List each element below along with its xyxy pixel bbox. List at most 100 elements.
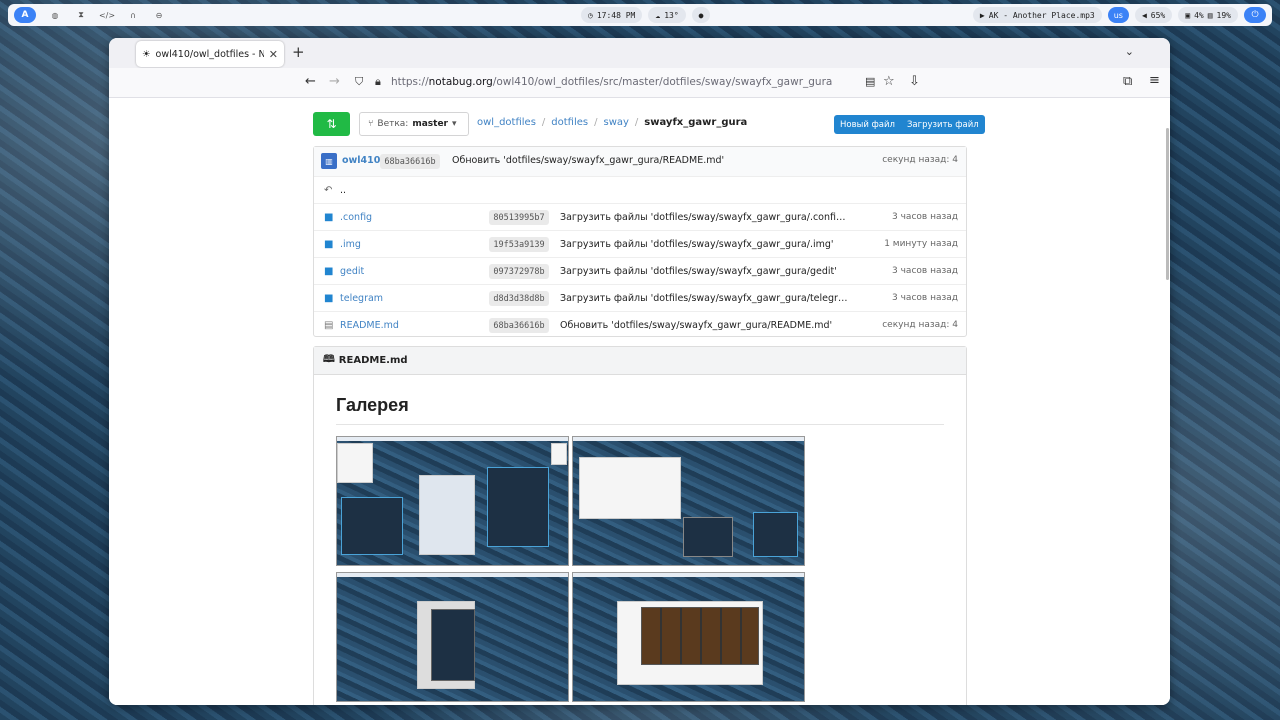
back-arrow-icon[interactable]: ←: [305, 74, 316, 89]
latest-commit-row: ▥ owl410 68ba36616b Обновить 'dotfiles/s…: [314, 147, 966, 176]
table-row: ■ telegram d8d3d38d8b Загрузить файлы 'd…: [314, 284, 966, 311]
file-name-link[interactable]: telegram: [340, 293, 383, 304]
breadcrumb-current: swayfx_gawr_gura: [644, 117, 748, 128]
caret-down-icon: ▾: [452, 119, 457, 129]
file-name-link[interactable]: .img: [340, 239, 361, 250]
readme-title: README.md: [338, 355, 408, 366]
close-icon[interactable]: ✕: [269, 48, 278, 61]
breadcrumb-link[interactable]: dotfiles: [551, 117, 588, 128]
gamepad-icon[interactable]: ⊖: [152, 8, 166, 22]
memory-text: 19%: [1216, 10, 1231, 20]
file-commit-message[interactable]: Обновить 'dotfiles/sway/swayfx_gawr_gura…: [560, 320, 850, 331]
file-sha[interactable]: d8d3d38d8b: [489, 291, 549, 306]
browser-tab[interactable]: ☀ owl410/owl_dotfiles - NotA ✕: [136, 41, 284, 67]
extensions-icon[interactable]: ⧉: [1123, 74, 1132, 89]
bell-icon: ●: [698, 10, 704, 20]
gallery-screenshot[interactable]: [572, 436, 805, 566]
menu-icon[interactable]: ≡: [1149, 73, 1160, 88]
save-pocket-icon[interactable]: ⇩: [909, 74, 920, 89]
lock-icon[interactable]: 🔒︎: [375, 75, 381, 89]
new-tab-button[interactable]: +: [292, 43, 305, 61]
cloud-icon: ☁: [655, 10, 661, 20]
page-content: ⇅ ⑂ Ветка: master ▾ owl_dotfiles / dotfil…: [109, 98, 1170, 705]
gallery-screenshot[interactable]: [572, 572, 805, 702]
scrollbar[interactable]: [1166, 128, 1169, 280]
file-time: 1 минуту назад: [884, 239, 958, 249]
shield-icon[interactable]: ⛉: [355, 75, 363, 89]
file-sha[interactable]: 097372978b: [489, 264, 549, 279]
branch-icon: ⑂: [368, 119, 374, 129]
hourglass-icon[interactable]: ⧗: [74, 8, 88, 22]
weather-text: 13°: [664, 10, 679, 20]
chevron-down-icon[interactable]: ⌄: [1125, 45, 1134, 58]
folder-icon: ■: [324, 212, 334, 223]
upload-file-button[interactable]: Загрузить файл: [901, 120, 985, 130]
forward-arrow-icon[interactable]: →: [329, 74, 340, 89]
divider: [336, 424, 944, 425]
file-commit-message[interactable]: Загрузить файлы 'dotfiles/sway/swayfx_ga…: [560, 266, 850, 277]
file-sha[interactable]: 19f53a9139: [489, 237, 549, 252]
commit-message[interactable]: Обновить 'dotfiles/sway/swayfx_gawr_gura…: [452, 155, 724, 166]
gallery-screenshot[interactable]: [336, 436, 569, 566]
avatar[interactable]: ▥: [321, 153, 337, 169]
file-sha[interactable]: 68ba36616b: [489, 318, 549, 333]
folder-icon: ■: [324, 266, 334, 277]
breadcrumb-link[interactable]: owl_dotfiles: [477, 117, 536, 128]
memory-icon: ▥: [1207, 10, 1213, 20]
file-time: 3 часов назад: [892, 212, 958, 222]
parent-dir-row[interactable]: ↶ ..: [314, 176, 966, 203]
file-name-link[interactable]: gedit: [340, 266, 364, 277]
branch-name: master: [412, 119, 448, 129]
file-name-link[interactable]: .config: [340, 212, 372, 223]
power-icon[interactable]: ⏻: [1244, 7, 1266, 23]
branch-dropdown[interactable]: ⑂ Ветка: master ▾: [359, 112, 469, 136]
launcher-button[interactable]: A: [14, 7, 36, 23]
file-name-link[interactable]: README.md: [340, 320, 399, 331]
url-bar[interactable]: https://notabug.org/owl410/owl_dotfiles/…: [391, 76, 832, 88]
file-commit-message[interactable]: Загрузить файлы 'dotfiles/sway/swayfx_ga…: [560, 239, 850, 250]
file-sha[interactable]: 80513995b7: [489, 210, 549, 225]
reader-view-icon[interactable]: ▤: [865, 75, 875, 88]
cpu-icon: ▣: [1185, 10, 1191, 20]
weather-widget[interactable]: ☁ 13°: [648, 7, 686, 23]
book-icon: 🕮: [323, 354, 335, 365]
volume-text: 65%: [1150, 10, 1166, 20]
file-time: 3 часов назад: [892, 293, 958, 303]
play-icon: ▶: [979, 10, 985, 20]
sync-button[interactable]: ⇅: [313, 112, 350, 136]
code-icon[interactable]: </>: [99, 8, 115, 22]
tab-title: owl410/owl_dotfiles - NotA: [155, 48, 264, 60]
music-text: AK - Another Place.mp3: [988, 10, 1095, 20]
file-commit-message[interactable]: Загрузить файлы 'dotfiles/sway/swayfx_ga…: [560, 293, 850, 304]
keyboard-layout[interactable]: us: [1107, 7, 1129, 23]
headphones-icon[interactable]: ∩: [126, 8, 140, 22]
file-actions: Новый файл Загрузить файл: [834, 115, 985, 134]
commit-time: секунд назад: 4: [882, 155, 958, 165]
readme-panel: 🕮 README.md Галерея: [313, 346, 967, 705]
file-icon: ▤: [324, 320, 334, 331]
bookmark-star-icon[interactable]: ☆: [883, 74, 895, 89]
parent-dir-link[interactable]: ..: [340, 185, 346, 196]
system-top-bar: A ◍ ⧗ </> ∩ ⊖ ◷ 17:48 PM ☁ 13° ● ▶ AK - Ano…: [8, 4, 1272, 26]
commit-author[interactable]: owl410: [342, 155, 380, 166]
table-row: ■ .config 80513995b7 Загрузить файлы 'do…: [314, 203, 966, 230]
readme-header: 🕮 README.md: [314, 347, 966, 375]
clock-widget[interactable]: ◷ 17:48 PM: [581, 7, 643, 23]
volume-widget[interactable]: ◀ 65%: [1134, 7, 1173, 23]
globe-icon[interactable]: ◍: [48, 8, 62, 22]
table-row: ■ gedit 097372978b Загрузить файлы 'dotf…: [314, 257, 966, 284]
file-commit-message[interactable]: Загрузить файлы 'dotfiles/sway/swayfx_ga…: [560, 212, 850, 223]
tab-strip: ☀ owl410/owl_dotfiles - NotA ✕ + ⌄: [109, 38, 1170, 68]
breadcrumb: owl_dotfiles / dotfiles / sway / swayfx_gaw…: [477, 117, 748, 128]
gallery-screenshot[interactable]: [336, 572, 569, 702]
clock-icon: ◷: [588, 10, 593, 20]
url-host: notabug.org: [428, 76, 493, 88]
file-table: ▥ owl410 68ba36616b Обновить 'dotfiles/s…: [313, 146, 967, 337]
new-file-button[interactable]: Новый файл: [834, 120, 901, 130]
cpu-widget[interactable]: ▣ 4% ▥ 19%: [1178, 7, 1238, 23]
sync-icon: ⇅: [326, 117, 337, 131]
breadcrumb-link[interactable]: sway: [603, 117, 628, 128]
commit-sha[interactable]: 68ba36616b: [380, 154, 440, 169]
notification-widget[interactable]: ●: [691, 7, 711, 23]
music-widget[interactable]: ▶ AK - Another Place.mp3: [972, 7, 1102, 23]
